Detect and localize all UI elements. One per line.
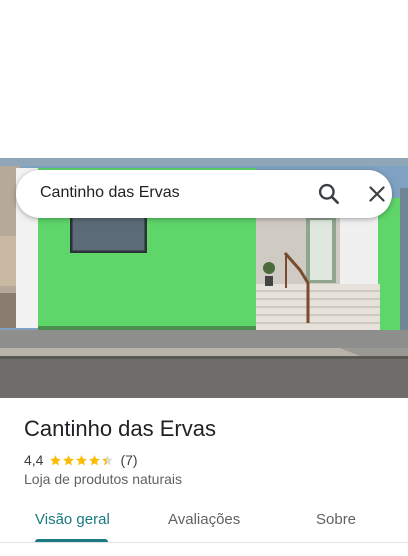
tab-reviews[interactable]: Avaliações [168, 511, 240, 528]
star-icon [50, 454, 62, 465]
star-icon [102, 454, 114, 465]
search-icon[interactable] [316, 181, 342, 207]
search-input[interactable]: Cantinho das Ervas [40, 184, 180, 202]
review-count[interactable]: (7) [120, 452, 137, 468]
place-category: Loja de produtos naturais [24, 471, 182, 487]
place-title: Cantinho das Ervas [24, 416, 216, 441]
tabs-divider [0, 542, 408, 543]
search-bar[interactable]: Cantinho das Ervas [16, 170, 392, 218]
rating-stars [49, 454, 114, 467]
tab-overview[interactable]: Visão geral [35, 511, 110, 528]
rating-row[interactable]: 4,4 (7) [24, 450, 138, 470]
close-icon[interactable] [365, 182, 389, 206]
star-icon [63, 454, 75, 465]
rating-value: 4,4 [24, 452, 44, 468]
place-tabs: Visão geral Avaliações Sobre [0, 500, 408, 544]
blank-header-area [0, 0, 408, 158]
star-icon [89, 454, 101, 465]
star-icon [76, 454, 88, 465]
tab-about[interactable]: Sobre [316, 511, 356, 528]
